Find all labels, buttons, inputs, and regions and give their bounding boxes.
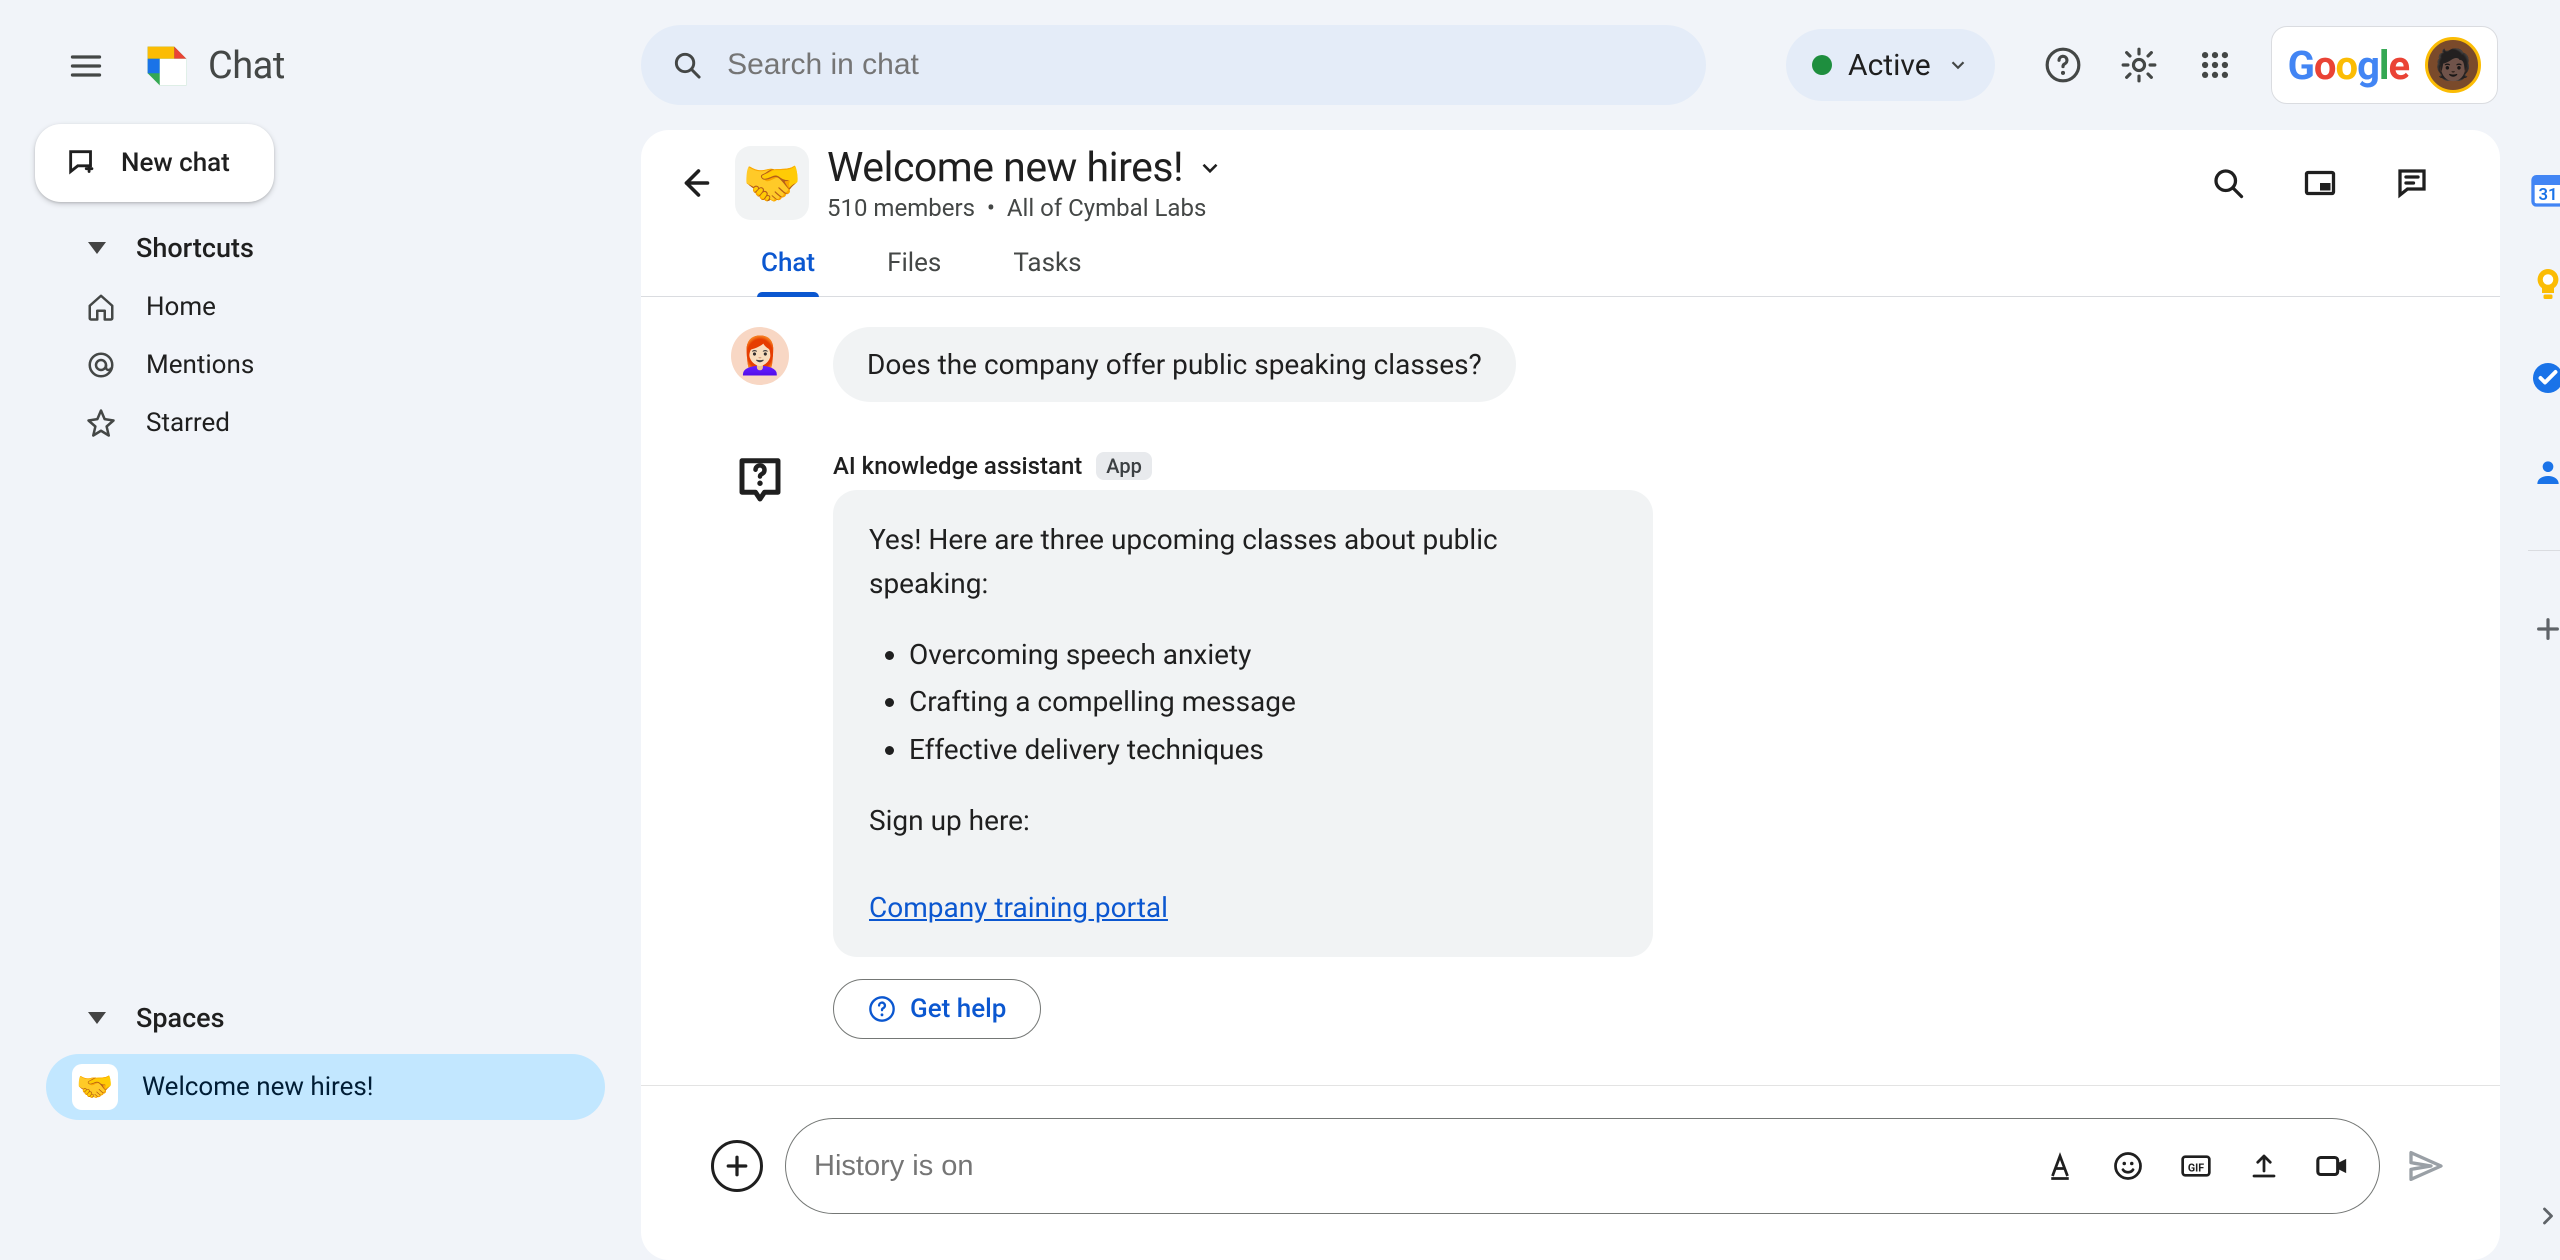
collapse-sidepanel-button[interactable] xyxy=(2528,1196,2560,1236)
training-portal-link[interactable]: Company training portal xyxy=(869,891,1168,924)
app-name: Chat xyxy=(208,44,285,88)
tasks-app-icon[interactable] xyxy=(2528,358,2560,398)
keep-app-icon[interactable] xyxy=(2528,264,2560,304)
contacts-app-icon[interactable] xyxy=(2528,452,2560,492)
user-avatar: 👩🏻‍🦰 xyxy=(731,327,789,385)
google-account[interactable]: Google 🧑🏿 xyxy=(2271,26,2498,104)
search-input[interactable] xyxy=(727,48,1676,82)
help-button[interactable] xyxy=(2035,37,2091,93)
pip-button[interactable] xyxy=(2292,155,2348,211)
chat-logo: Chat xyxy=(138,37,285,95)
avatar[interactable]: 🧑🏿 xyxy=(2425,37,2481,93)
search-bar[interactable] xyxy=(641,25,1706,105)
app-chip: App xyxy=(1096,452,1152,480)
nav-home[interactable]: Home xyxy=(0,278,641,336)
tab-files[interactable]: Files xyxy=(883,236,945,296)
space-item-welcome-new-hires[interactable]: 🤝 Welcome new hires! xyxy=(46,1054,605,1120)
tab-chat[interactable]: Chat xyxy=(757,236,819,296)
bot-avatar xyxy=(731,452,789,510)
message-input[interactable] xyxy=(814,1150,2041,1183)
send-button[interactable] xyxy=(2402,1142,2450,1190)
room-emoji: 🤝 xyxy=(735,146,809,220)
room-title: Welcome new hires! xyxy=(827,144,1183,192)
mentions-icon xyxy=(84,348,118,382)
handshake-icon: 🤝 xyxy=(72,1064,118,1110)
new-chat-button[interactable]: New chat xyxy=(35,124,274,202)
bot-sender-row: AI knowledge assistant App xyxy=(833,452,1653,480)
get-help-button[interactable]: Get help xyxy=(833,979,1041,1039)
message-composer[interactable]: GIF xyxy=(785,1118,2380,1214)
back-button[interactable] xyxy=(671,160,717,206)
chevron-down-icon xyxy=(1197,155,1223,181)
calendar-app-icon[interactable]: 31 xyxy=(2528,170,2560,210)
emoji-button[interactable] xyxy=(2109,1147,2147,1185)
nav-starred[interactable]: Starred xyxy=(0,394,641,452)
attach-button[interactable] xyxy=(711,1140,763,1192)
shortcuts-section-toggle[interactable]: Shortcuts xyxy=(0,202,641,278)
video-call-button[interactable] xyxy=(2313,1147,2351,1185)
settings-button[interactable] xyxy=(2111,37,2167,93)
star-icon xyxy=(84,406,118,440)
apps-button[interactable] xyxy=(2187,37,2243,93)
thread-button[interactable] xyxy=(2384,155,2440,211)
google-logo: Google xyxy=(2288,42,2409,89)
user-message: Does the company offer public speaking c… xyxy=(833,327,1516,402)
bot-message: Yes! Here are three upcoming classes abo… xyxy=(833,490,1653,957)
search-icon xyxy=(671,48,703,82)
help-icon xyxy=(868,995,896,1023)
status-dropdown[interactable]: Active xyxy=(1786,29,1995,101)
caret-down-icon xyxy=(88,242,106,254)
svg-text:GIF: GIF xyxy=(2188,1161,2204,1174)
spaces-section-toggle[interactable]: Spaces xyxy=(0,972,641,1048)
status-dot-icon xyxy=(1812,55,1832,75)
upload-button[interactable] xyxy=(2245,1147,2283,1185)
add-app-button[interactable] xyxy=(2528,609,2560,649)
room-subtitle: 510 members • All of Cymbal Labs xyxy=(827,194,1223,222)
home-icon xyxy=(84,290,118,324)
caret-down-icon xyxy=(88,1012,106,1024)
chevron-down-icon xyxy=(1947,54,1969,76)
room-title-dropdown[interactable]: Welcome new hires! xyxy=(827,144,1223,192)
room-search-button[interactable] xyxy=(2200,155,2256,211)
nav-mentions[interactable]: Mentions xyxy=(0,336,641,394)
main-menu-button[interactable] xyxy=(64,44,108,88)
svg-text:31: 31 xyxy=(2539,186,2558,205)
tab-tasks[interactable]: Tasks xyxy=(1009,236,1085,296)
gif-button[interactable]: GIF xyxy=(2177,1147,2215,1185)
format-button[interactable] xyxy=(2041,1147,2079,1185)
